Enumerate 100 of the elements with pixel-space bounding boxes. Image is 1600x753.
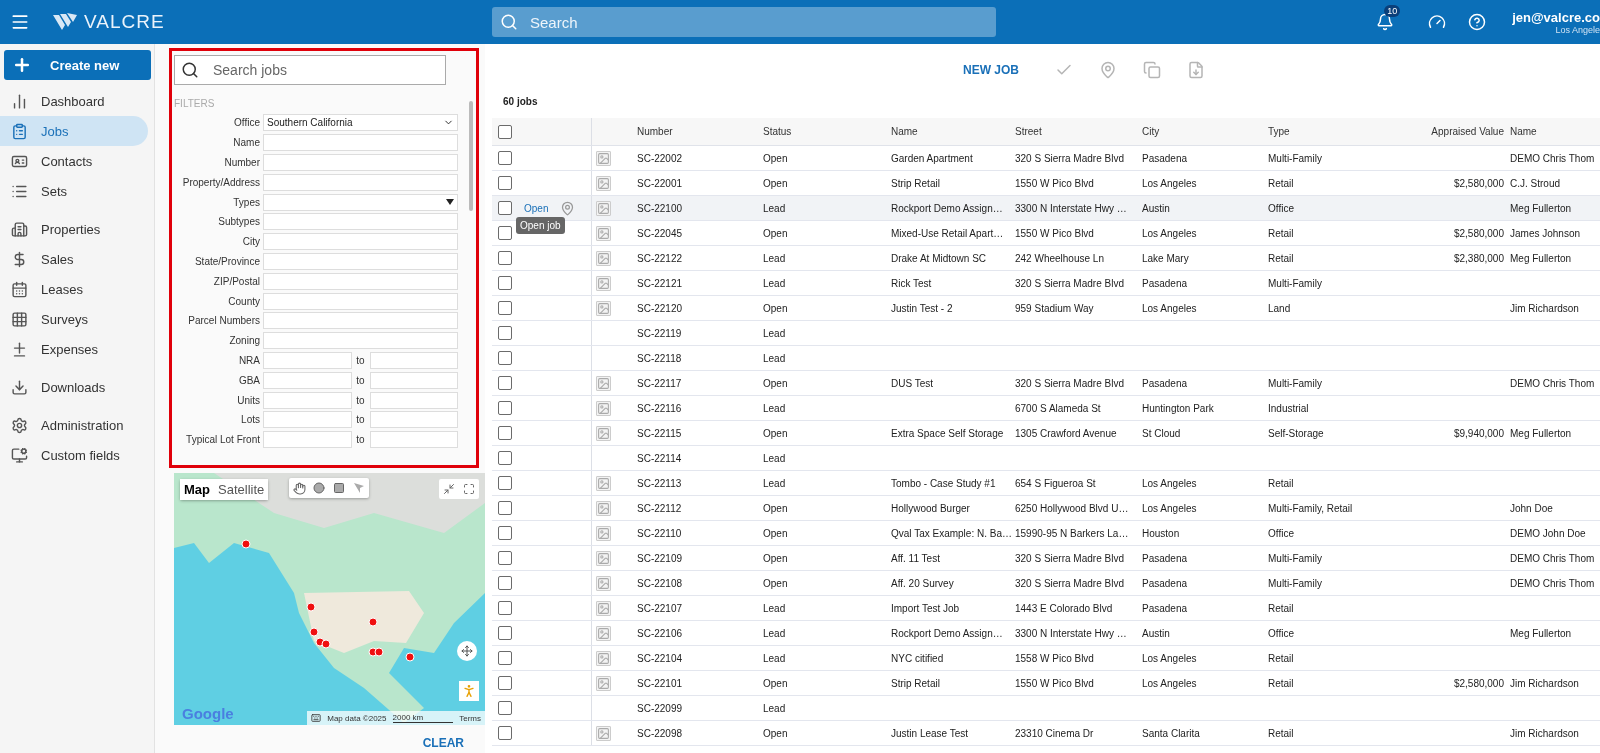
user-email[interactable]: jen@valcre.co	[1512, 9, 1600, 25]
table-row[interactable]: SC-22122 Lead Drake At Midtown SC 242 Wheelhouse Ln Lake Mary Retail $2,380,000 Meg Fullerton	[492, 246, 1600, 271]
sidebar-item[interactable]: Sales	[0, 244, 148, 274]
column-header[interactable]: Name	[1510, 126, 1600, 137]
sidebar-item[interactable]: Sets	[0, 176, 148, 206]
new-job-button[interactable]: NEW JOB	[957, 62, 1025, 78]
row-checkbox[interactable]	[498, 651, 512, 665]
range-to-input[interactable]	[369, 371, 458, 389]
range-from-input[interactable]	[263, 431, 352, 449]
filter-input[interactable]	[263, 154, 458, 171]
map-type-button[interactable]: Satellite	[214, 479, 269, 500]
column-header[interactable]: Status	[763, 126, 891, 137]
row-checkbox[interactable]	[498, 551, 512, 565]
clear-button[interactable]: CLEAR	[416, 735, 470, 751]
map-pin[interactable]	[368, 617, 378, 627]
row-checkbox[interactable]	[498, 276, 512, 290]
bell-icon[interactable]	[1376, 13, 1395, 31]
table-row[interactable]: SC-22113 Lead Tombo - Case Study #1 654 S Figueroa St Los Angeles Retail	[492, 471, 1600, 496]
keyboard-icon[interactable]	[311, 713, 322, 723]
row-checkbox[interactable]	[498, 326, 512, 340]
table-row[interactable]: SC-22104 Lead NYC citified 1558 W Pico Blvd Los Angeles Retail	[492, 646, 1600, 671]
filter-input[interactable]	[263, 173, 458, 191]
row-checkbox[interactable]	[498, 476, 512, 490]
row-checkbox[interactable]	[498, 151, 512, 165]
filter-input[interactable]	[263, 134, 458, 152]
help-icon[interactable]	[1468, 13, 1487, 31]
row-checkbox[interactable]	[498, 601, 512, 615]
filter-input[interactable]	[263, 312, 458, 330]
filter-input[interactable]	[263, 292, 458, 310]
search-jobs-field[interactable]: Search jobs	[211, 56, 445, 84]
row-checkbox[interactable]	[498, 251, 512, 265]
range-to-input[interactable]	[369, 391, 458, 409]
table-row[interactable]: SC-22101 Open Strip Retail 1550 W Pico Blvd Los Angeles Retail $2,580,000 Jim Richardson	[492, 671, 1600, 696]
scrollbar[interactable]	[469, 101, 473, 211]
table-row[interactable]: SC-22115 Open Extra Space Self Storage 1305 Crawford Avenue St Cloud Self-Storage $9,940,000 Meg Fullerton	[492, 421, 1600, 446]
search-jobs-box[interactable]: Search jobs	[174, 55, 446, 85]
map-pin[interactable]	[405, 652, 415, 662]
range-from-input[interactable]	[263, 411, 352, 429]
table-row[interactable]: SC-22098 Open Justin Lease Test 23310 Cinema Dr Santa Clarita Retail Jim Richardson	[492, 721, 1600, 746]
table-row[interactable]: SC-22117 Open DUS Test 320 S Sierra Madre Blvd Pasadena Multi-Family DEMO Chris Thom	[492, 371, 1600, 396]
sidebar-item[interactable]: Surveys	[0, 304, 148, 334]
row-checkbox[interactable]	[498, 376, 512, 390]
column-header[interactable]: Number	[637, 126, 763, 137]
map-pin[interactable]	[309, 627, 319, 637]
row-checkbox[interactable]	[498, 226, 512, 240]
filter-input[interactable]	[263, 213, 458, 231]
map-pin[interactable]	[321, 639, 331, 649]
sidebar-item[interactable]: Custom fields	[0, 440, 148, 470]
sidebar-item[interactable]: Downloads	[0, 372, 148, 402]
select-all-checkbox[interactable]	[498, 124, 512, 139]
map-pin-icon[interactable]	[560, 200, 576, 216]
table-row[interactable]: SC-22112 Open Hollywood Burger 6250 Hollywood Blvd U… Los Angeles Multi-Family, Retail John Doe	[492, 496, 1600, 521]
table-row[interactable]: SC-22114 Lead	[492, 446, 1600, 471]
range-to-input[interactable]	[369, 431, 458, 449]
table-row[interactable]: SC-22118 Lead	[492, 346, 1600, 371]
sidebar-item[interactable]: Leases	[0, 274, 148, 304]
table-row[interactable]: SC-22107 Lead Import Test Job 1443 E Colorado Blvd Pasadena Retail	[492, 596, 1600, 621]
sidebar-item[interactable]: Contacts	[0, 146, 148, 176]
column-header[interactable]: Appraised Value	[1402, 126, 1510, 137]
gauge-icon[interactable]	[1428, 13, 1447, 31]
row-checkbox[interactable]	[498, 426, 512, 440]
table-row[interactable]: SC-22121 Lead Rick Test 320 S Sierra Madre Blvd Pasadena Multi-Family	[492, 271, 1600, 296]
range-from-input[interactable]	[263, 371, 352, 389]
table-row[interactable]: SC-22109 Open Aff. 11 Test 320 S Sierra Madre Blvd Pasadena Multi-Family DEMO Chris Thom	[492, 546, 1600, 571]
table-row[interactable]: SC-22119 Lead	[492, 321, 1600, 346]
row-checkbox[interactable]	[498, 501, 512, 515]
sidebar-item[interactable]: Dashboard	[0, 86, 148, 116]
column-header[interactable]: Type	[1268, 126, 1402, 137]
row-checkbox[interactable]	[498, 176, 512, 190]
column-header[interactable]: City	[1142, 126, 1268, 137]
table-row[interactable]: SC-22120 Open Justin Test - 2 959 Stadium Way Los Angeles Land Jim Richardson	[492, 296, 1600, 321]
table-row[interactable]: SC-22108 Open Aff. 20 Survey 320 S Sierra Madre Blvd Pasadena Multi-Family DEMO Chris Thom	[492, 571, 1600, 596]
row-checkbox[interactable]	[498, 351, 512, 365]
filter-input[interactable]	[263, 252, 458, 270]
row-checkbox[interactable]	[498, 201, 512, 215]
row-checkbox[interactable]	[498, 676, 512, 690]
row-checkbox[interactable]	[498, 576, 512, 590]
row-checkbox[interactable]	[498, 526, 512, 540]
table-row[interactable]: SC-22001 Open Strip Retail 1550 W Pico Blvd Los Angeles Retail $2,580,000 C.J. Stroud	[492, 171, 1600, 196]
filter-input[interactable]	[263, 233, 458, 251]
column-header[interactable]: Street	[1015, 126, 1142, 137]
table-row[interactable]: SC-22106 Lead Rockport Demo Assign… 3300 N Interstate Hwy … Austin Office Meg Fullerton	[492, 621, 1600, 646]
range-from-input[interactable]	[263, 391, 352, 409]
terms-link[interactable]: Terms	[459, 713, 481, 723]
range-to-input[interactable]	[369, 411, 458, 429]
table-row[interactable]: SC-22110 Open Qval Tax Example: N. Ba… 15990-95 N Barkers La… Houston Office DEMO John Doe	[492, 521, 1600, 546]
office-select[interactable]: Southern California	[263, 114, 458, 132]
row-checkbox[interactable]	[498, 301, 512, 315]
filter-input[interactable]	[263, 332, 458, 350]
sidebar-item[interactable]: Expenses	[0, 334, 148, 364]
map-type-button[interactable]: Map	[180, 479, 214, 500]
map-pin[interactable]	[306, 602, 316, 612]
filter-input[interactable]	[263, 272, 458, 290]
table-row[interactable]: SC-22099 Lead	[492, 696, 1600, 721]
sidebar-item[interactable]: Properties	[0, 214, 148, 244]
menu-icon[interactable]	[10, 12, 30, 32]
create-new-button[interactable]: Create new	[4, 50, 151, 80]
sidebar-item[interactable]: Jobs	[0, 116, 148, 146]
table-row[interactable]: SC-22002 Open Garden Apartment 320 S Sierra Madre Blvd Pasadena Multi-Family DEMO Chris Thom	[492, 146, 1600, 171]
row-checkbox[interactable]	[498, 701, 512, 715]
